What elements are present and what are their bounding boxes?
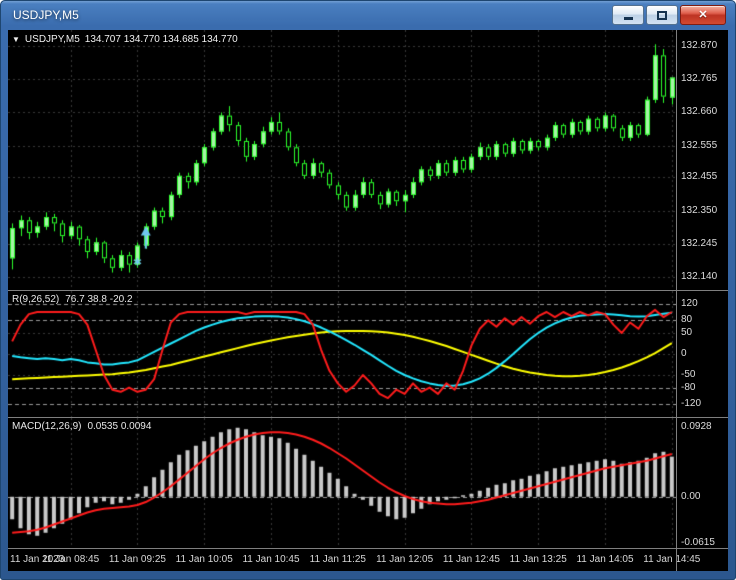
app-window: USDJPY,M5 ✕ 132.870 132.765 132.660 132.555… xyxy=(0,0,736,580)
oscillator-values: 76.7 38.8 -20.2 xyxy=(65,294,133,305)
price-panel: 132.870 132.765 132.660 132.555 132.455 132.3… xyxy=(8,30,728,290)
scale-tick-label: -120 xyxy=(681,398,702,410)
oscillator-canvas[interactable] xyxy=(8,291,676,417)
scale-tick-label: 0 xyxy=(681,348,687,359)
scale-divider xyxy=(676,30,677,571)
maximize-button[interactable] xyxy=(646,5,678,25)
symbol-label: USDJPY,M5 xyxy=(24,34,80,45)
macd-values: 0.0535 0.0094 xyxy=(87,421,152,432)
minimize-icon xyxy=(623,16,633,20)
oscillator-label: R(9,26,52) 76.7 38.8 -20.2 xyxy=(12,294,133,305)
maximize-icon xyxy=(657,10,667,20)
scale-tick-label: 50 xyxy=(681,327,693,338)
ohlc-values: 134.707 134.770 134.685 134.770 xyxy=(84,34,238,45)
scale-tick-label: -80 xyxy=(681,381,696,393)
price-chart-canvas[interactable] xyxy=(8,30,676,290)
minimize-button[interactable] xyxy=(612,5,644,25)
time-axis-label: 11 Jan 14:45 xyxy=(643,554,701,565)
oscillator-scale[interactable]: 120 80 50 0 -50 -80 -120 xyxy=(676,291,728,417)
chart-client-area: 132.870 132.765 132.660 132.555 132.455 132.3… xyxy=(8,30,728,571)
macd-canvas[interactable] xyxy=(8,418,676,548)
time-axis-label: 11 Jan 10:45 xyxy=(242,554,300,565)
price-scale[interactable]: 132.870 132.765 132.660 132.555 132.455 132.3… xyxy=(676,30,728,290)
time-axis-label: 11 Jan 08:45 xyxy=(42,554,100,565)
macd-panel: 0.0928 0.00 -0.0615 MACD(12,26,9) 0.0535 0… xyxy=(8,418,728,548)
scale-tick-label: -0.0615 xyxy=(681,536,715,548)
caption-buttons: ✕ xyxy=(612,5,726,25)
oscillator-name: R(9,26,52) xyxy=(12,294,60,305)
macd-name: MACD(12,26,9) xyxy=(12,421,82,432)
scale-tick-label: 132.660 xyxy=(681,106,718,118)
macd-scale[interactable]: 0.0928 0.00 -0.0615 xyxy=(676,418,728,548)
scale-tick-label: 132.455 xyxy=(681,171,718,183)
window-title: USDJPY,M5 xyxy=(13,8,79,22)
time-axis-label: 11 Jan 09:25 xyxy=(108,554,166,565)
scale-tick-label: 132.555 xyxy=(681,139,718,151)
scale-tick-label: 80 xyxy=(681,314,693,326)
titlebar[interactable]: USDJPY,M5 ✕ xyxy=(0,0,736,30)
time-axis-label: 11 Jan 11:25 xyxy=(309,554,366,565)
quote-bar: ▼ USDJPY,M5 134.707 134.770 134.685 134.… xyxy=(12,34,238,45)
time-axis[interactable]: 11 Jan 2023 11 Jan 08:45 11 Jan 09:25 11 Ja… xyxy=(8,549,728,571)
close-button[interactable]: ✕ xyxy=(680,5,726,25)
time-axis-label: 11 Jan 12:45 xyxy=(442,554,500,565)
close-icon: ✕ xyxy=(698,8,708,21)
time-axis-label: 11 Jan 13:25 xyxy=(509,554,567,565)
scale-tick-label: 132.140 xyxy=(681,271,718,283)
scale-tick-label: 132.350 xyxy=(681,204,718,216)
scale-tick-label: 132.245 xyxy=(681,238,718,250)
scale-tick-label: -50 xyxy=(681,369,696,380)
time-axis-label: 11 Jan 14:05 xyxy=(576,554,634,565)
scale-tick-label: 132.765 xyxy=(681,73,718,85)
scale-tick-label: 120 xyxy=(681,297,698,309)
time-axis-label: 11 Jan 12:05 xyxy=(376,554,434,565)
time-axis-label: 11 Jan 10:05 xyxy=(175,554,233,565)
chart-dropdown-icon[interactable]: ▼ xyxy=(12,35,20,44)
scale-tick-label: 0.00 xyxy=(681,490,701,502)
scale-tick-label: 132.870 xyxy=(681,39,718,51)
scale-tick-label: 0.0928 xyxy=(681,421,712,433)
oscillator-panel: 120 80 50 0 -50 -80 -120 R(9,26,52) 76.7 38.8 … xyxy=(8,291,728,417)
macd-label: MACD(12,26,9) 0.0535 0.0094 xyxy=(12,421,151,432)
